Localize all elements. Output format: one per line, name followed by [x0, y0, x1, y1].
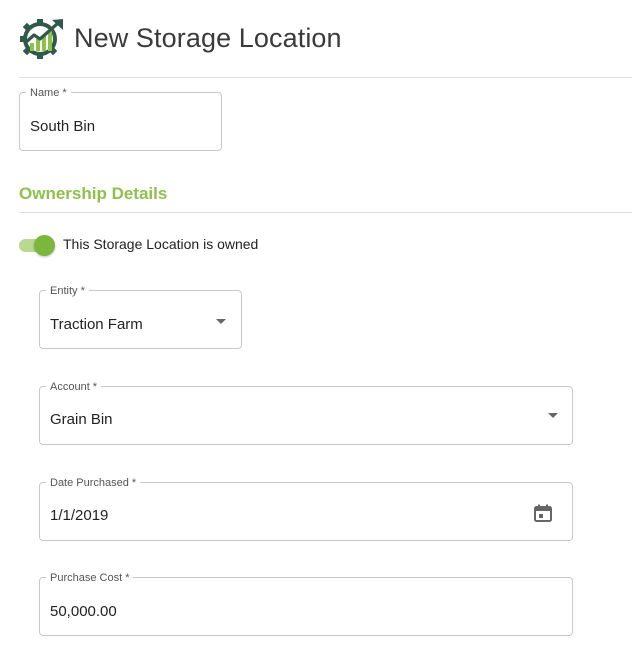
owned-toggle-thumb[interactable] [34, 235, 55, 256]
header-divider [19, 77, 632, 78]
page-header: New Storage Location [19, 17, 342, 59]
chevron-down-icon[interactable] [548, 413, 558, 418]
date-purchased-label: Date Purchased * [46, 477, 141, 489]
entity-select-value: Traction Farm [50, 316, 143, 333]
ownership-section-title: Ownership Details [19, 184, 168, 203]
growth-gear-logo-icon [20, 19, 63, 59]
account-select-label: Account * [46, 381, 102, 393]
chevron-down-icon[interactable] [216, 319, 226, 324]
page-title: New Storage Location [74, 22, 342, 53]
purchase-cost-field[interactable]: Purchase Cost * 50,000.00 [39, 572, 573, 636]
entity-select[interactable]: Entity * Traction Farm [39, 285, 242, 349]
section-divider [19, 212, 632, 213]
owned-toggle-label: This Storage Location is owned [63, 236, 259, 252]
purchase-cost-value[interactable]: 50,000.00 [50, 603, 117, 620]
name-field[interactable]: Name * South Bin [19, 87, 222, 151]
calendar-icon[interactable] [533, 503, 553, 523]
name-field-label: Name * [26, 87, 71, 99]
account-select-value: Grain Bin [50, 411, 113, 428]
purchase-cost-label: Purchase Cost * [46, 572, 134, 584]
account-select[interactable]: Account * Grain Bin [39, 381, 573, 445]
date-purchased-field[interactable]: Date Purchased * 1/1/2019 [39, 477, 573, 541]
date-purchased-value[interactable]: 1/1/2019 [50, 507, 108, 524]
entity-select-label: Entity * [46, 285, 89, 297]
owned-toggle[interactable] [19, 234, 57, 256]
name-field-value[interactable]: South Bin [30, 118, 95, 135]
